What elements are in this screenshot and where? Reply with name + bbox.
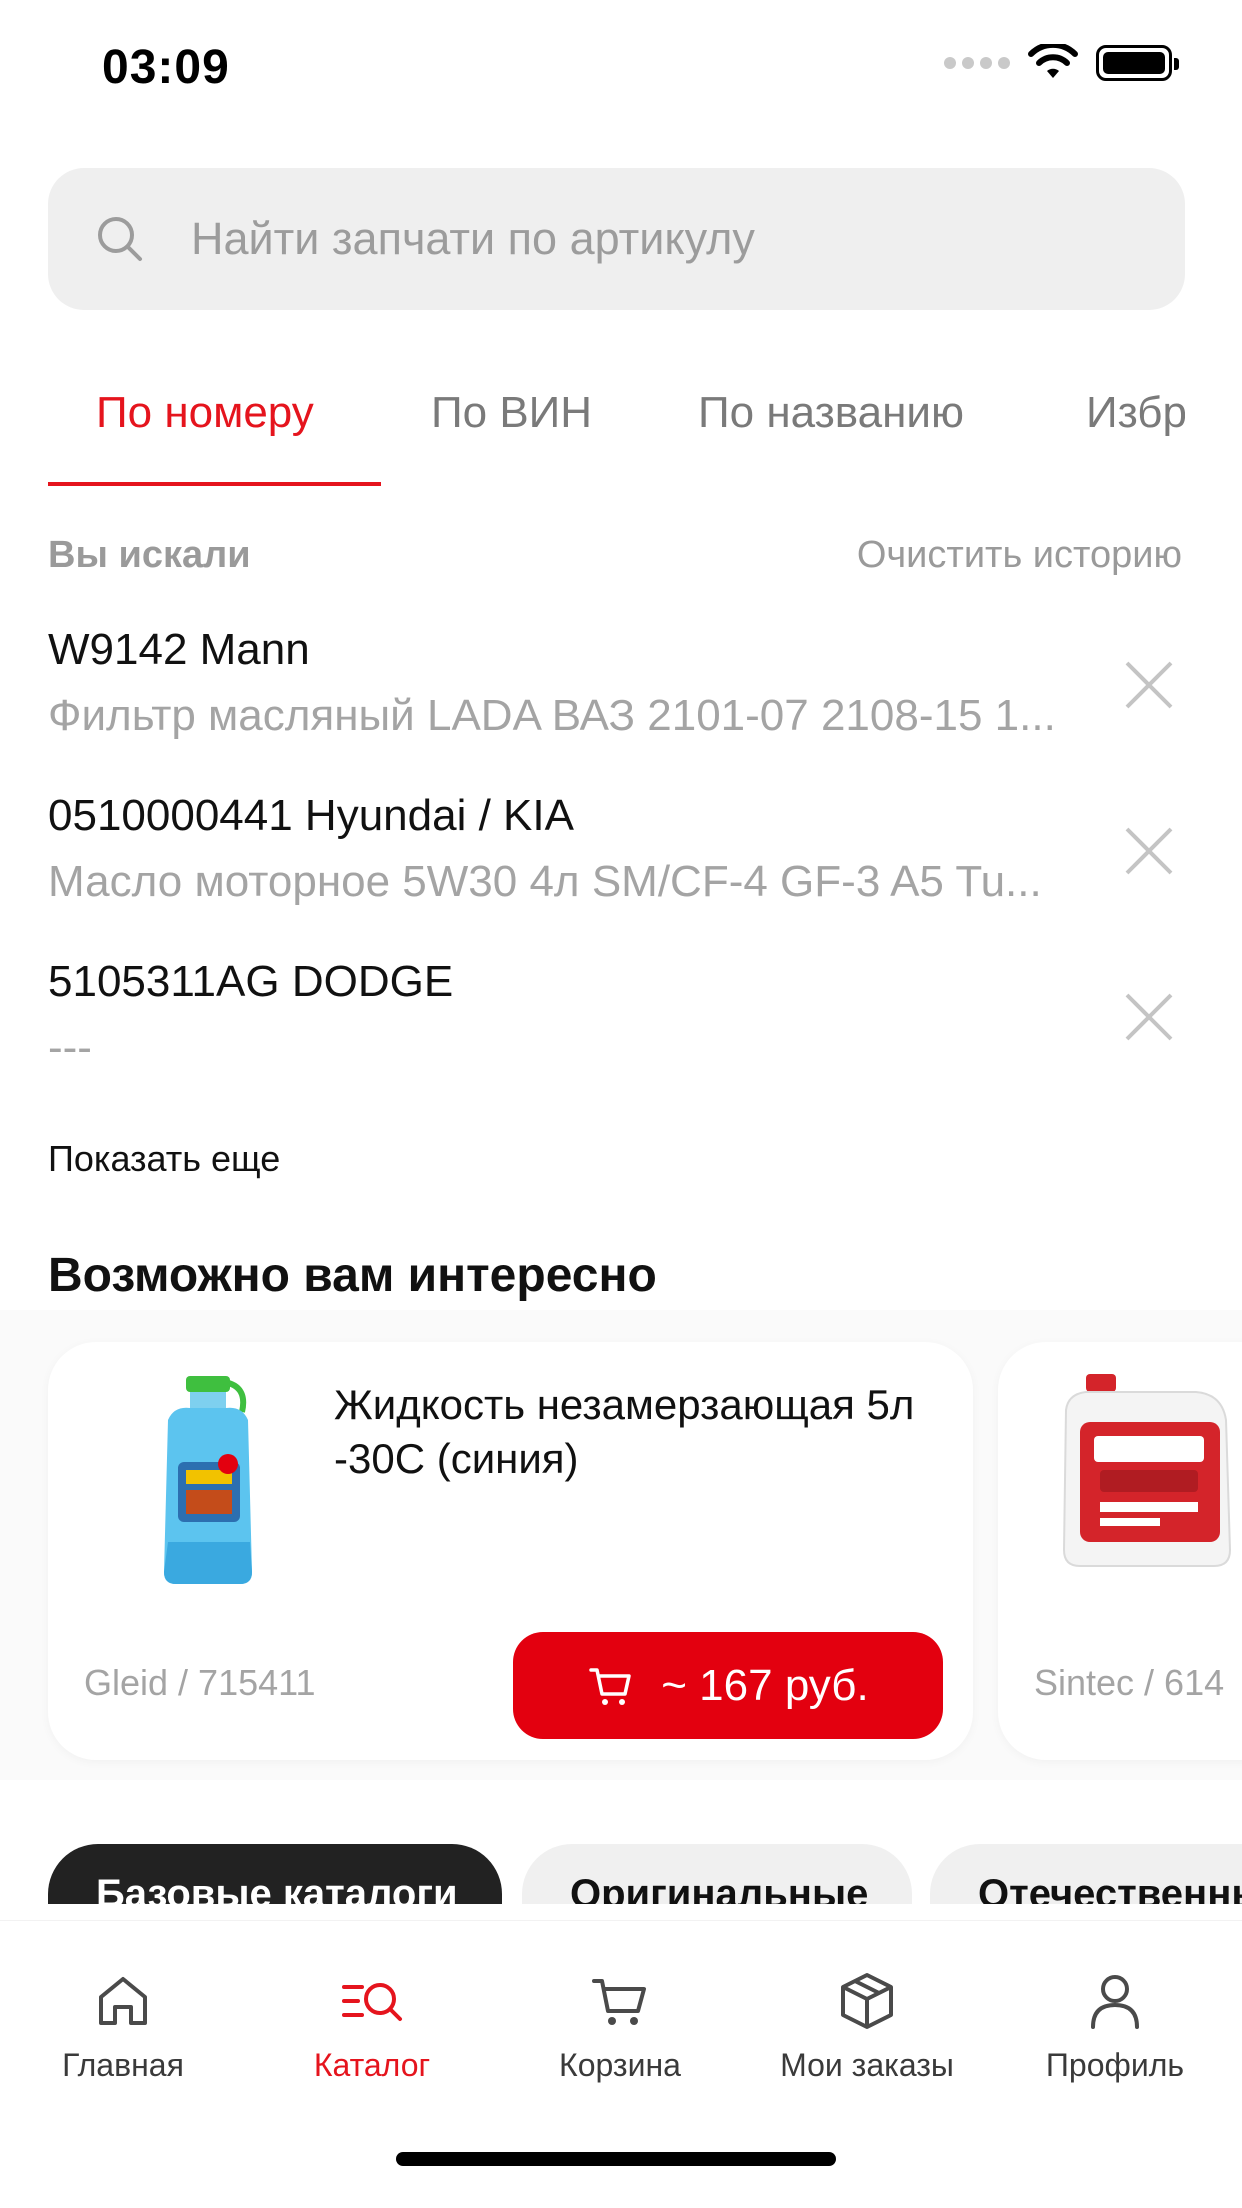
nav-profile-label: Профиль [1045,2047,1185,2083]
history-item-description: --- [48,1023,92,1072]
battery-icon [1096,45,1179,81]
cart-icon [592,1979,646,2025]
product-card[interactable]: Жидкость незамерзающая 5л -30С (синия) G… [48,1342,973,1760]
nav-home[interactable]: Главная [3,1969,243,2084]
product-card[interactable]: Sintec / 614 [998,1342,1242,1760]
show-more-link[interactable]: Показать еще [48,1138,280,1180]
close-icon[interactable] [1119,987,1179,1047]
search-input[interactable] [191,168,1151,310]
history-item-title: 5105311AG DODGE [48,957,454,1006]
tab-favorites[interactable]: Избр [1086,388,1185,438]
antifreeze-bottle-image [164,1376,252,1584]
catalog-search-icon [342,1983,402,2021]
product-carousel[interactable]: Жидкость незамерзающая 5л -30С (синия) G… [0,1310,1242,1780]
close-icon[interactable] [1119,655,1179,715]
search-bar[interactable] [48,168,1185,310]
chip-domestic[interactable]: Отечественны [930,1844,1242,1904]
history-title: Вы искали [48,534,251,576]
status-time: 03:09 [102,41,230,94]
history-item[interactable]: 0510000441 Hyundai / KIA Масло моторное … [48,791,1185,941]
nav-cart[interactable]: Корзина [500,1969,740,2084]
tab-by-number[interactable]: По номеру [96,388,314,438]
nav-cart-label: Корзина [559,2047,681,2083]
status-icons [944,44,1179,82]
wifi-icon [1028,44,1078,78]
add-to-cart-button[interactable]: ~ 167 руб. [513,1632,943,1739]
status-bar: 03:09 [0,0,1242,140]
tab-by-name[interactable]: По названию [698,388,964,438]
history-item-description: Фильтр масляный LADA ВАЗ 2101-07 2108-15… [48,691,1056,740]
history-item-description: Масло моторное 5W30 4л SM/CF-4 GF-3 A5 T… [48,857,1042,906]
close-icon[interactable] [1119,821,1179,881]
nav-catalog[interactable]: Каталог [252,1969,492,2084]
box-icon [841,1973,893,2029]
recommendations-title: Возможно вам интересно [48,1249,657,1302]
home-indicator[interactable] [396,2152,836,2166]
tab-by-vin[interactable]: По ВИН [431,388,592,438]
history-item-title: 0510000441 Hyundai / KIA [48,791,574,840]
nav-orders-label: Мои заказы [780,2047,954,2083]
history-item[interactable]: W9142 Mann Фильтр масляный LADA ВАЗ 2101… [48,625,1185,775]
cart-icon [589,1667,632,1705]
nav-profile[interactable]: Профиль [995,1969,1235,2084]
active-tab-indicator [48,482,381,486]
nav-orders[interactable]: Мои заказы [747,1969,987,2084]
cellular-signal-icon [944,57,1010,69]
user-icon [1091,1975,1139,2029]
product-brand-article: Sintec / 614 [1034,1662,1225,1703]
product-title: Жидкость незамерзающая 5л -30С (синия) [334,1381,915,1482]
search-icon [98,217,142,261]
history-item[interactable]: 5105311AG DODGE --- [48,957,1185,1107]
home-icon [99,1977,147,2025]
history-item-title: W9142 Mann [48,625,310,674]
antifreeze-canister-image [1062,1374,1232,1567]
chip-base-catalogs[interactable]: Базовые каталоги [48,1844,502,1904]
product-brand-article: Gleid / 715411 [84,1662,316,1703]
search-mode-tabs: По номеру По ВИН По названию Избр [48,370,1185,486]
nav-home-label: Главная [62,2047,184,2083]
nav-catalog-label: Каталог [313,2047,431,2083]
clear-history-button[interactable]: Очистить историю [857,534,1182,577]
product-price: ~ 167 руб. [661,1660,869,1710]
chip-original[interactable]: Оригинальные [522,1844,912,1904]
catalog-chips: Базовые каталоги Оригинальные Отечествен… [0,1844,1242,1904]
